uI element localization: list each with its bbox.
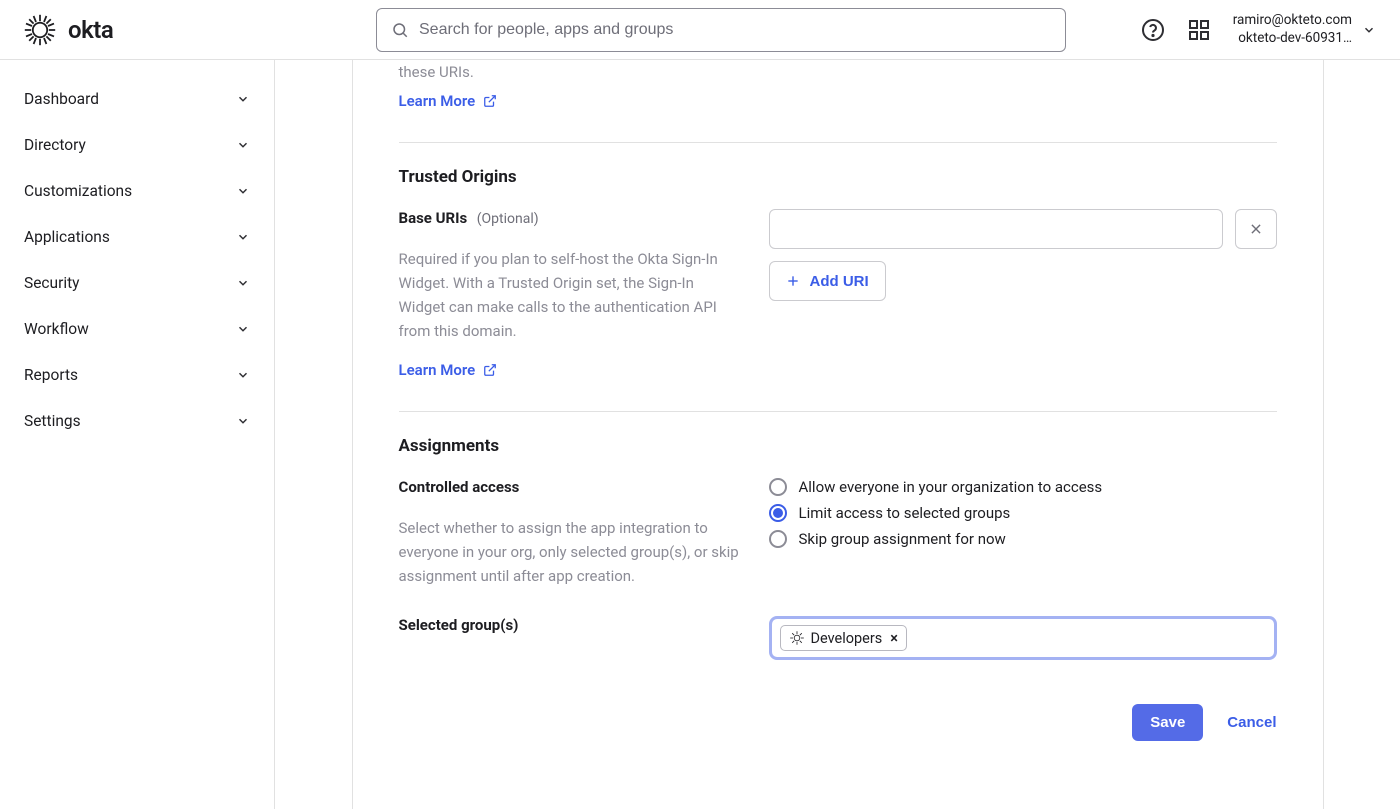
selected-groups-input[interactable]: Developers × — [769, 616, 1277, 660]
radio-icon — [769, 530, 787, 548]
radio-allow-everyone[interactable]: Allow everyone in your organization to a… — [769, 478, 1277, 496]
group-icon — [789, 630, 805, 646]
sidebar-item-customizations[interactable]: Customizations — [12, 168, 262, 214]
okta-logo-icon — [24, 14, 56, 46]
controlled-access-desc: Select whether to assign the app integra… — [399, 516, 741, 588]
assignments-title: Assignments — [399, 436, 1277, 456]
sidebar-item-label: Workflow — [24, 320, 89, 338]
save-button[interactable]: Save — [1132, 704, 1203, 741]
prev-section-tail: these URIs. — [399, 60, 1277, 84]
main-content: these URIs. Learn More Trusted Origins B… — [275, 60, 1400, 809]
sidebar-item-applications[interactable]: Applications — [12, 214, 262, 260]
external-link-icon — [483, 363, 497, 377]
external-link-icon — [483, 94, 497, 108]
chevron-down-icon — [236, 184, 250, 198]
radio-label: Allow everyone in your organization to a… — [799, 478, 1103, 496]
sidebar-item-security[interactable]: Security — [12, 260, 262, 306]
selected-groups-label: Selected group(s) — [399, 616, 519, 634]
header: okta ramiro@okteto.com okteto-dev-60931… — [0, 0, 1400, 60]
global-search[interactable] — [376, 8, 1066, 52]
group-chip-label: Developers — [811, 630, 883, 647]
footer-actions: Save Cancel — [399, 704, 1277, 741]
divider — [399, 142, 1277, 143]
sidebar-item-reports[interactable]: Reports — [12, 352, 262, 398]
radio-icon — [769, 504, 787, 522]
trusted-origins-title: Trusted Origins — [399, 167, 1277, 187]
sidebar-item-label: Dashboard — [24, 90, 99, 108]
chevron-down-icon — [236, 92, 250, 106]
close-icon — [1249, 222, 1263, 236]
sidebar-item-label: Directory — [24, 136, 86, 154]
divider — [399, 411, 1277, 412]
sidebar-item-label: Reports — [24, 366, 78, 384]
header-right: ramiro@okteto.com okteto-dev-60931… — [1141, 12, 1376, 47]
sidebar-item-dashboard[interactable]: Dashboard — [12, 76, 262, 122]
add-uri-button[interactable]: Add URI — [769, 261, 886, 301]
radio-icon — [769, 478, 787, 496]
remove-chip-icon[interactable]: × — [888, 630, 898, 647]
chevron-down-icon — [236, 138, 250, 152]
user-org: okteto-dev-60931… — [1233, 30, 1352, 48]
optional-label: (Optional) — [477, 211, 539, 227]
chevron-down-icon — [236, 322, 250, 336]
search-wrap — [376, 8, 1066, 52]
logo-group[interactable]: okta — [24, 14, 260, 46]
chevron-down-icon — [236, 368, 250, 382]
chevron-down-icon — [236, 230, 250, 244]
controlled-access-label: Controlled access — [399, 478, 520, 496]
plus-icon — [786, 274, 800, 288]
remove-uri-button[interactable] — [1235, 209, 1277, 249]
chevron-down-icon — [236, 276, 250, 290]
chevron-down-icon — [236, 414, 250, 428]
radio-limit-groups[interactable]: Limit access to selected groups — [769, 504, 1277, 522]
group-chip[interactable]: Developers × — [780, 625, 907, 651]
help-icon[interactable] — [1141, 18, 1165, 42]
base-uri-input[interactable] — [769, 209, 1223, 249]
radio-label: Limit access to selected groups — [799, 504, 1011, 522]
sidebar-item-directory[interactable]: Directory — [12, 122, 262, 168]
apps-grid-icon[interactable] — [1187, 18, 1211, 42]
sidebar-item-label: Security — [24, 274, 80, 292]
logo-text: okta — [68, 16, 113, 44]
sidebar: Dashboard Directory Customizations Appli… — [0, 60, 275, 809]
radio-skip[interactable]: Skip group assignment for now — [769, 530, 1277, 548]
sidebar-item-workflow[interactable]: Workflow — [12, 306, 262, 352]
radio-label: Skip group assignment for now — [799, 530, 1006, 548]
base-uris-label: Base URIs — [399, 209, 468, 227]
sidebar-item-label: Applications — [24, 228, 110, 246]
sidebar-item-settings[interactable]: Settings — [12, 398, 262, 444]
sidebar-item-label: Customizations — [24, 182, 132, 200]
search-input[interactable] — [419, 21, 1051, 39]
chevron-down-icon — [1362, 23, 1376, 37]
learn-more-link[interactable]: Learn More — [399, 361, 498, 379]
sidebar-item-label: Settings — [24, 412, 81, 430]
search-icon — [391, 21, 409, 39]
cancel-button[interactable]: Cancel — [1227, 714, 1276, 731]
user-menu[interactable]: ramiro@okteto.com okteto-dev-60931… — [1233, 12, 1376, 47]
base-uris-desc: Required if you plan to self-host the Ok… — [399, 247, 741, 343]
learn-more-link[interactable]: Learn More — [399, 92, 498, 110]
user-email: ramiro@okteto.com — [1233, 12, 1352, 30]
